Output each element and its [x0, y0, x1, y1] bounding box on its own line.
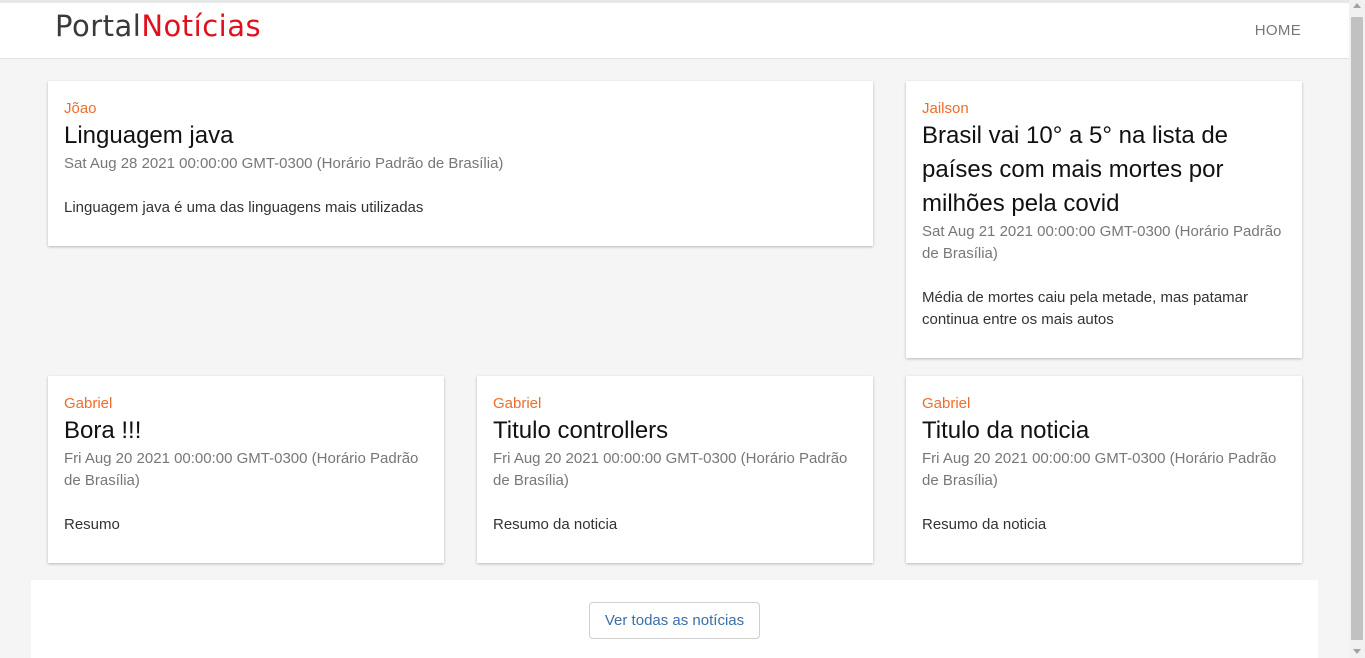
- news-title[interactable]: Bora !!!: [64, 414, 428, 448]
- news-author: Gabriel: [922, 395, 971, 412]
- news-summary: Resumo da noticia: [922, 516, 1047, 533]
- news-author: Gabriel: [64, 395, 113, 412]
- news-card[interactable]: Gabriel Titulo controllers Fri Aug 20 20…: [477, 376, 873, 563]
- vertical-scrollbar[interactable]: [1349, 0, 1365, 658]
- news-title[interactable]: Linguagem java: [64, 119, 857, 153]
- news-date: Fri Aug 20 2021 00:00:00 GMT-0300 (Horár…: [493, 450, 848, 489]
- news-title[interactable]: Titulo controllers: [493, 414, 857, 448]
- news-summary: Resumo: [64, 516, 120, 533]
- scrollbar-thumb[interactable]: [1351, 17, 1363, 640]
- news-date: Sat Aug 21 2021 00:00:00 GMT-0300 (Horár…: [922, 223, 1282, 262]
- news-card[interactable]: Gabriel Titulo da noticia Fri Aug 20 202…: [906, 376, 1302, 563]
- news-date: Fri Aug 20 2021 00:00:00 GMT-0300 (Horár…: [922, 450, 1277, 489]
- news-title[interactable]: Brasil vai 10° a 5° na lista de países c…: [922, 119, 1286, 221]
- news-date: Sat Aug 28 2021 00:00:00 GMT-0300 (Horár…: [64, 155, 504, 172]
- logo-portal: Portal: [55, 9, 142, 43]
- news-author: Jõao: [64, 100, 97, 117]
- news-card[interactable]: Jõao Linguagem java Sat Aug 28 2021 00:0…: [48, 81, 873, 246]
- scroll-down-arrow-icon[interactable]: [1353, 649, 1361, 654]
- navbar: PortalNotícias HOME: [0, 3, 1349, 59]
- news-summary: Linguagem java é uma das linguagens mais…: [64, 199, 424, 216]
- news-card[interactable]: Jailson Brasil vai 10° a 5° na lista de …: [906, 81, 1302, 358]
- news-title[interactable]: Titulo da noticia: [922, 414, 1286, 448]
- news-author: Jailson: [922, 100, 969, 117]
- news-summary: Média de mortes caiu pela metade, mas pa…: [922, 289, 1248, 328]
- news-card[interactable]: Gabriel Bora !!! Fri Aug 20 2021 00:00:0…: [48, 376, 444, 563]
- news-author: Gabriel: [493, 395, 542, 412]
- logo-noticias: Notícias: [141, 9, 262, 43]
- footer-section: Ver todas as notícias: [31, 580, 1318, 658]
- view-all-news-button[interactable]: Ver todas as notícias: [589, 602, 760, 639]
- site-logo[interactable]: PortalNotícias: [55, 9, 261, 43]
- news-date: Fri Aug 20 2021 00:00:00 GMT-0300 (Horár…: [64, 450, 419, 489]
- scroll-up-arrow-icon[interactable]: [1353, 3, 1361, 8]
- news-summary: Resumo da noticia: [493, 516, 618, 533]
- nav-home-link[interactable]: HOME: [1255, 22, 1301, 39]
